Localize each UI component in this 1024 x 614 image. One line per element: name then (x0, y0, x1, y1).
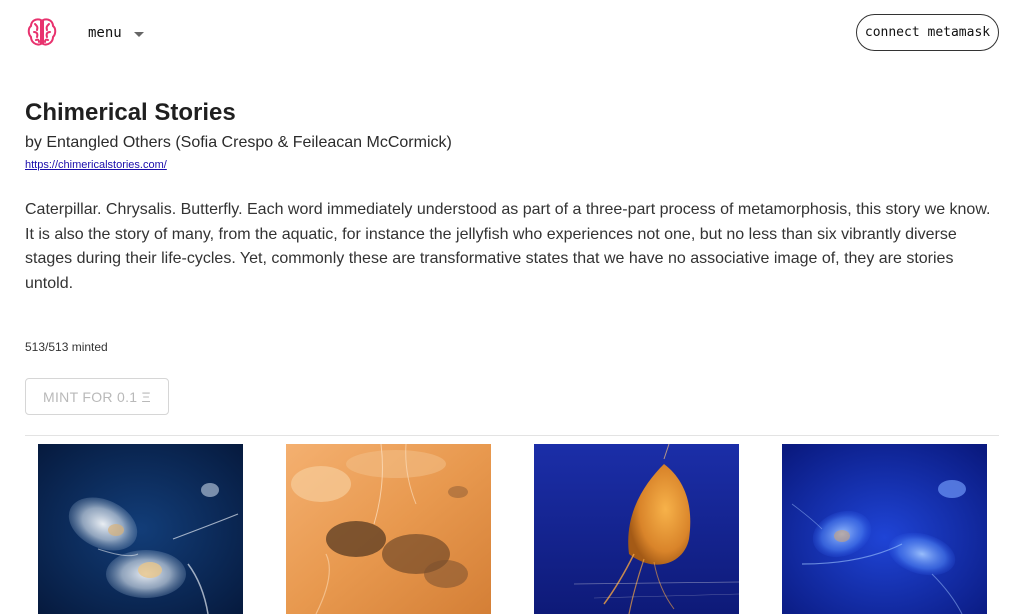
brain-icon[interactable] (26, 16, 58, 48)
project-byline: by Entangled Others (Sofia Crespo & Feil… (25, 134, 452, 151)
gallery-image-1[interactable] (38, 444, 243, 614)
gallery (0, 444, 1024, 614)
divider (25, 435, 999, 436)
project-description: Caterpillar. Chrysalis. Butterfly. Each … (25, 201, 991, 292)
gallery-image-4[interactable] (782, 444, 987, 614)
mint-button[interactable]: MINT FOR 0.1 Ξ (25, 378, 169, 415)
gallery-image-3[interactable] (534, 444, 739, 614)
minted-count: 513/513 minted (25, 340, 108, 354)
menu-label: menu (88, 25, 122, 41)
header: menu connect metamask (0, 0, 1024, 70)
caret-down-icon (133, 31, 144, 37)
gallery-image-2[interactable] (286, 444, 491, 614)
project-website-link[interactable]: https://chimericalstories.com/ (25, 159, 167, 171)
connect-metamask-button[interactable]: connect metamask (856, 14, 999, 51)
project-title: Chimerical Stories (25, 99, 236, 126)
menu-dropdown[interactable]: menu (88, 25, 144, 41)
